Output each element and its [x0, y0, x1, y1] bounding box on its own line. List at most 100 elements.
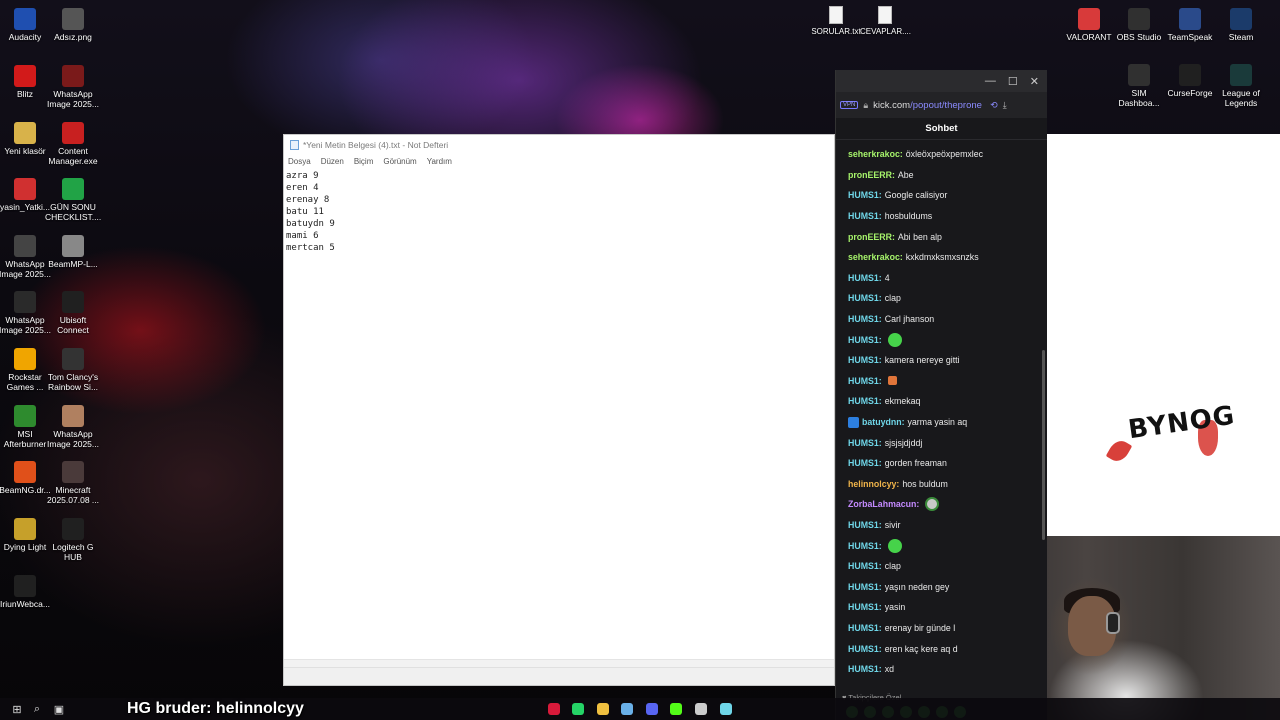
steam-icon[interactable] — [621, 703, 633, 715]
menu-item[interactable]: Görünüm — [383, 157, 416, 166]
whatsapp-icon[interactable] — [572, 703, 584, 715]
desktop-icon[interactable]: OBS Studio — [1111, 8, 1167, 42]
chat-username[interactable]: pronEERR: — [848, 170, 895, 180]
chat-window-titlebar[interactable]: — ☐ ✕ — [836, 70, 1047, 92]
chat-username[interactable]: HUMS1: — [848, 561, 882, 571]
chat-scrollbar[interactable] — [1042, 350, 1045, 540]
desktop-text-file[interactable]: CEVAPLAR.... — [860, 6, 911, 36]
chat-message: HUMS1: Google calisiyor — [848, 185, 1035, 206]
chat-username[interactable]: HUMS1: — [848, 602, 882, 612]
notepad-icon[interactable] — [720, 703, 732, 715]
discord-icon[interactable] — [646, 703, 658, 715]
desktop-icon[interactable]: BeamMP-L... — [45, 235, 101, 269]
chat-username[interactable]: HUMS1: — [848, 541, 882, 551]
desktop-icon-label: Logitech G HUB — [52, 542, 94, 562]
desktop-icon[interactable]: GÜN SONU CHECKLIST.... — [45, 178, 101, 222]
close-icon[interactable]: ✕ — [1030, 75, 1039, 88]
chat-username[interactable]: seherkrakoc: — [848, 252, 903, 262]
chat-username[interactable]: HUMS1: — [848, 314, 882, 324]
desktop-icon-label: Steam — [1228, 32, 1254, 42]
menu-item[interactable]: Biçim — [354, 157, 374, 166]
desktop-icon-label: League of Legends — [1222, 88, 1260, 108]
chat-username[interactable]: seherkrakoc: — [848, 149, 903, 159]
desktop-icon[interactable]: Tom Clancy's Rainbow Si... — [45, 348, 101, 392]
horizontal-scrollbar[interactable] — [284, 659, 834, 667]
desktop-icon[interactable]: WhatsApp Image 2025... — [45, 65, 101, 109]
desktop-icon[interactable]: Logitech G HUB — [45, 518, 101, 562]
search-icon[interactable]: ⌕ — [30, 702, 44, 716]
chat-username[interactable]: HUMS1: — [848, 211, 882, 221]
minimize-icon[interactable]: — — [985, 75, 996, 87]
chat-username[interactable]: HUMS1: — [848, 623, 882, 633]
desktop-icon[interactable]: IriunWebca... — [0, 575, 53, 609]
windows-start-icon[interactable]: ⊞ — [10, 702, 24, 716]
chat-username[interactable]: batuydnn: — [862, 417, 905, 427]
chat-username[interactable]: HUMS1: — [848, 376, 882, 386]
desktop-icon[interactable]: Content Manager.exe — [45, 122, 101, 166]
beamng-icon — [14, 461, 36, 483]
desktop-icon[interactable]: League of Legends — [1213, 64, 1269, 108]
desktop-icon[interactable]: TeamSpeak — [1162, 8, 1218, 42]
chat-message-text: eren kaç kere aq d — [884, 643, 958, 654]
menu-item[interactable]: Düzen — [321, 157, 344, 166]
chat-username[interactable]: pronEERR: — [848, 232, 895, 242]
url-text[interactable]: kick.com/popout/theprone — [873, 100, 985, 111]
chat-username[interactable]: HUMS1: — [848, 664, 882, 674]
desktop-icon[interactable]: Adsız.png — [45, 8, 101, 42]
desktop-icon[interactable]: SIM Dashboa... — [1111, 64, 1167, 108]
desktop-icon-label: Content Manager.exe — [48, 146, 98, 166]
chat-message: HUMS1: 4 — [848, 268, 1035, 289]
text-file-icon — [878, 6, 892, 24]
desktop-icon[interactable]: Minecraft 2025.07.08 ... — [45, 461, 101, 505]
chat-message: seherkrakoc: öxleöxpeöxpemxlec — [848, 144, 1035, 165]
chat-message-text: kxkdmxksmxsnzks — [905, 252, 979, 263]
chat-username[interactable]: HUMS1: — [848, 396, 882, 406]
chat-message: HUMS1: gorden freaman — [848, 453, 1035, 474]
vpn-badge[interactable]: VPN — [840, 101, 859, 109]
stream-overlay-alert: HG bruder: helinnolcyy — [127, 700, 304, 717]
chat-username[interactable]: HUMS1: — [848, 335, 882, 345]
kick-icon[interactable] — [670, 703, 682, 715]
chat-message-text: Abe — [897, 169, 914, 180]
chat-username[interactable]: helinnolcyy: — [848, 479, 899, 489]
chat-message-text: kamera nereye gitti — [884, 355, 960, 366]
chat-header: Sohbet — [836, 118, 1047, 140]
chat-username[interactable]: HUMS1: — [848, 458, 882, 468]
maximize-icon[interactable]: ☐ — [1008, 75, 1018, 88]
background-window[interactable] — [1046, 134, 1280, 536]
notepad-titlebar[interactable]: *Yeni Metin Belgesi (4).txt - Not Defter… — [284, 135, 834, 154]
file-explorer-icon[interactable] — [597, 703, 609, 715]
notepad-text-area[interactable]: azra 9 eren 4 erenay 8 batu 11 batuydn 9… — [284, 168, 834, 256]
chat-username[interactable]: HUMS1: — [848, 355, 882, 365]
desktop-icon-label: Adsız.png — [54, 32, 92, 42]
browser-urlbar[interactable]: VPN 🔒︎ kick.com/popout/theprone ⟲ ⤓ — [836, 92, 1047, 118]
desktop-icon[interactable]: CurseForge — [1162, 64, 1218, 98]
ubisoft-icon — [62, 291, 84, 313]
chat-message-text: hosbuldums — [884, 211, 933, 222]
chat-username[interactable]: HUMS1: — [848, 190, 882, 200]
extension-icon[interactable]: ⟲ — [990, 100, 998, 111]
notepad-window[interactable]: *Yeni Metin Belgesi (4).txt - Not Defter… — [283, 134, 835, 686]
chat-username[interactable]: HUMS1: — [848, 293, 882, 303]
download-icon[interactable]: ⤓ — [1003, 100, 1007, 111]
curseforge-icon — [1179, 64, 1201, 86]
lock-icon: 🔒︎ — [863, 99, 869, 110]
menu-item[interactable]: Yardım — [427, 157, 452, 166]
desktop-icon[interactable]: VALORANT — [1061, 8, 1117, 42]
chat-username[interactable]: HUMS1: — [848, 520, 882, 530]
chat-username[interactable]: ZorbaLahmacun: — [848, 499, 919, 509]
kick-chat-popup[interactable]: — ☐ ✕ VPN 🔒︎ kick.com/popout/theprone ⟲ … — [835, 70, 1047, 720]
chat-username[interactable]: HUMS1: — [848, 438, 882, 448]
chat-username[interactable]: HUMS1: — [848, 582, 882, 592]
desktop-text-file[interactable]: SORULAR.txt — [811, 6, 861, 36]
desktop-icon[interactable]: Ubisoft Connect — [45, 291, 101, 335]
chat-username[interactable]: HUMS1: — [848, 273, 882, 283]
task-view-icon[interactable]: ▣ — [52, 702, 66, 716]
desktop-icon[interactable]: WhatsApp Image 2025... — [45, 405, 101, 449]
menu-item[interactable]: Dosya — [288, 157, 311, 166]
desktop-icon[interactable]: Steam — [1213, 8, 1269, 42]
obs-icon — [1128, 8, 1150, 30]
opera-gx-icon[interactable] — [548, 703, 560, 715]
obs-icon[interactable] — [695, 703, 707, 715]
chat-username[interactable]: HUMS1: — [848, 644, 882, 654]
